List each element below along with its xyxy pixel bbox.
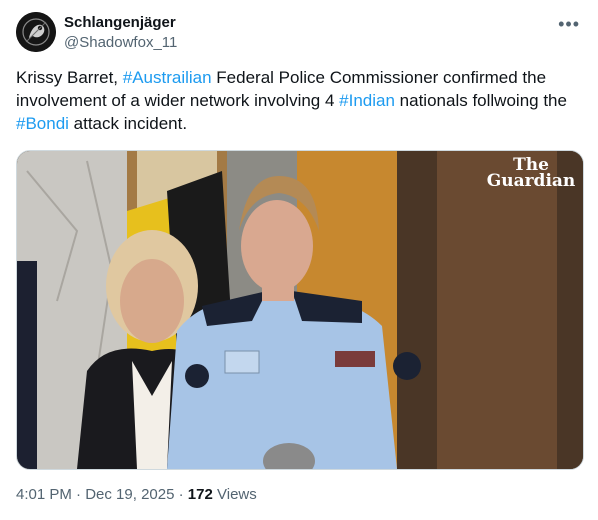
views-count: 172 (187, 486, 213, 503)
more-options-icon[interactable]: ••• (558, 14, 580, 35)
author-handle[interactable]: @Shadowfox_11 (64, 34, 177, 51)
tweet-text-segment: Krissy Barret, (16, 68, 123, 87)
tweet-header: Schlangenjäger @Shadowfox_11 ••• (16, 12, 582, 54)
watermark: The Guardian (485, 157, 577, 191)
tweet-media-video[interactable]: The Guardian (16, 150, 584, 470)
tweet-date[interactable]: Dec 19, 2025 (85, 486, 174, 503)
watermark-line: Guardian (486, 171, 576, 191)
video-frame (17, 151, 583, 469)
avatar-image (16, 12, 56, 52)
tweet-time[interactable]: 4:01 PM (16, 486, 72, 503)
separator: · (76, 486, 82, 503)
tweet-text-segment: attack incident. (68, 114, 188, 133)
hashtag-link[interactable]: #Bondi (16, 114, 69, 133)
tweet-text: Krissy Barret, #Austrailian Federal Poli… (16, 66, 576, 135)
author-name[interactable]: Schlangenjäger (64, 14, 176, 31)
hashtag-link[interactable]: #Indian (339, 91, 395, 110)
avatar[interactable] (16, 12, 56, 52)
hashtag-link[interactable]: #Austrailian (123, 68, 212, 87)
views-label: Views (217, 486, 257, 503)
tweet-footer: 4:01 PM · Dec 19, 2025 · 172 Views (16, 486, 257, 503)
tweet-text-segment: nationals follwoing the (394, 91, 567, 110)
separator: · (178, 486, 184, 503)
